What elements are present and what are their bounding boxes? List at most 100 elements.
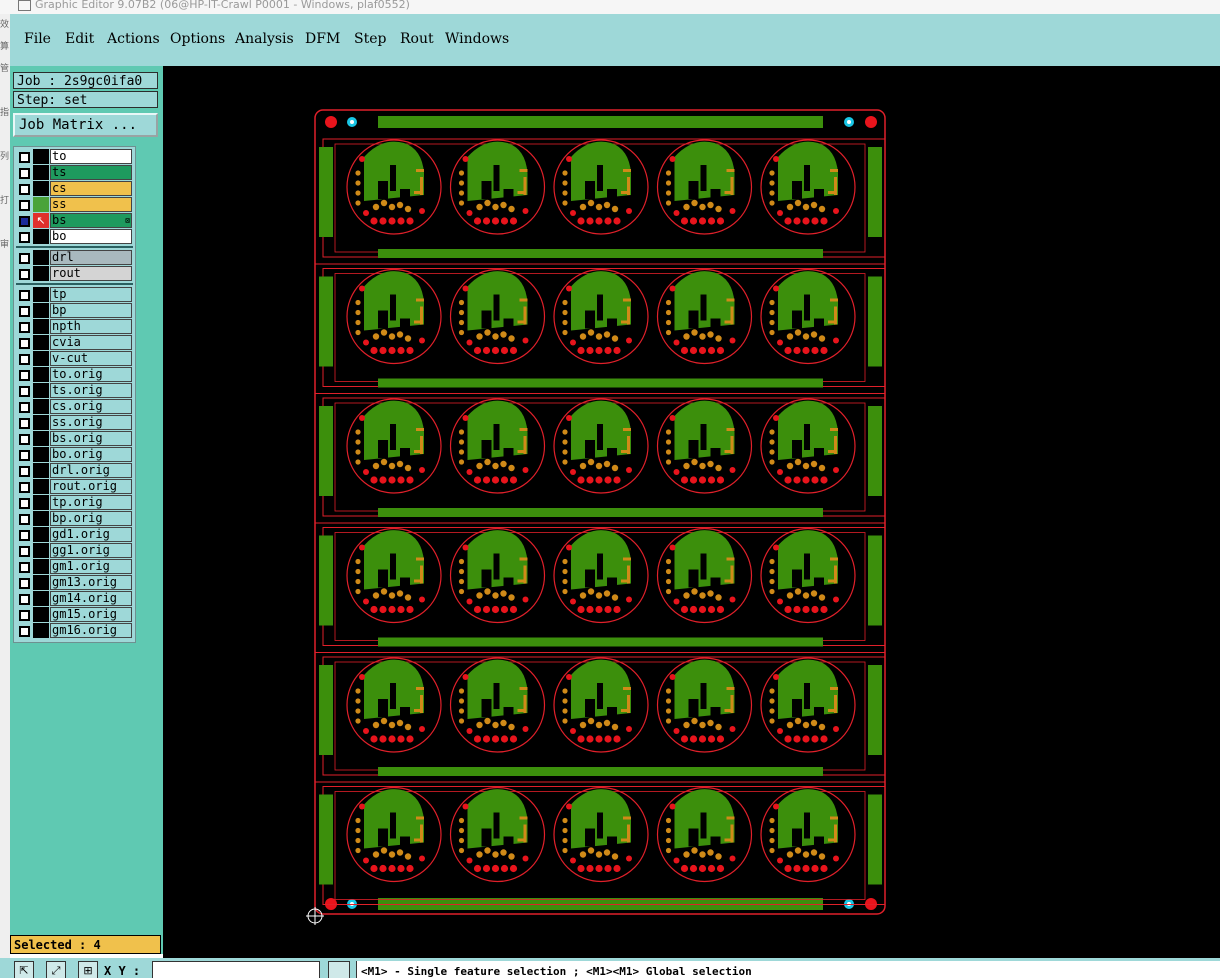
layer-color-swatch[interactable] <box>33 266 49 281</box>
layer-checkbox[interactable] <box>19 546 30 557</box>
layer-color-swatch[interactable] <box>33 303 49 318</box>
layer-name[interactable]: tp.orig <box>50 495 132 510</box>
layer-name[interactable]: bp.orig <box>50 511 132 526</box>
layer-row-gd1-orig[interactable]: gd1.orig <box>16 527 132 542</box>
layer-name[interactable]: bs.orig <box>50 431 132 446</box>
layer-row-bs[interactable]: ↖ bs ⊠ <box>16 213 132 228</box>
layer-checkbox[interactable] <box>19 466 30 477</box>
layer-color-swatch[interactable] <box>33 463 49 478</box>
layer-color-swatch[interactable] <box>33 383 49 398</box>
layer-checkbox[interactable] <box>19 370 30 381</box>
pointer-tool-icon[interactable]: ⇱ <box>14 961 34 978</box>
layer-color-swatch[interactable] <box>33 623 49 638</box>
layer-color-swatch[interactable] <box>33 479 49 494</box>
menu-rout[interactable]: Rout <box>400 31 434 47</box>
layer-checkbox[interactable] <box>19 530 30 541</box>
grid-tool-icon[interactable]: ⊞ <box>78 961 98 978</box>
layer-row-ts-orig[interactable]: ts.orig <box>16 383 132 398</box>
layer-row-v-cut[interactable]: v-cut <box>16 351 132 366</box>
layer-color-swatch[interactable] <box>33 165 49 180</box>
layer-checkbox[interactable] <box>19 338 30 349</box>
layer-name[interactable]: gm15.orig <box>50 607 132 622</box>
menu-file[interactable]: File <box>24 31 51 47</box>
layer-checkbox[interactable] <box>19 594 30 605</box>
layer-name[interactable]: ss.orig <box>50 415 132 430</box>
layer-row-gm16-orig[interactable]: gm16.orig <box>16 623 132 638</box>
layer-name[interactable]: npth <box>50 319 132 334</box>
layer-color-swatch[interactable] <box>33 431 49 446</box>
layer-checkbox[interactable] <box>19 402 30 413</box>
layer-checkbox[interactable] <box>19 232 30 243</box>
zoom-tool-icon[interactable]: ⤢ <box>46 961 66 978</box>
layer-checkbox[interactable] <box>19 290 30 301</box>
layer-checkbox[interactable] <box>19 418 30 429</box>
layer-checkbox[interactable] <box>19 626 30 637</box>
layer-row-npth[interactable]: npth <box>16 319 132 334</box>
layer-row-cvia[interactable]: cvia <box>16 335 132 350</box>
layer-name[interactable]: to <box>50 149 132 164</box>
layer-checkbox[interactable] <box>19 450 30 461</box>
menu-edit[interactable]: Edit <box>65 31 94 47</box>
layer-color-swatch[interactable] <box>33 559 49 574</box>
layer-color-swatch[interactable] <box>33 197 49 212</box>
layer-row-tp[interactable]: tp <box>16 287 132 302</box>
layer-row-bo[interactable]: bo <box>16 229 132 244</box>
layer-color-swatch[interactable] <box>33 250 49 265</box>
layer-row-gm15-orig[interactable]: gm15.orig <box>16 607 132 622</box>
layer-row-rout[interactable]: rout <box>16 266 132 281</box>
layer-name[interactable]: bs ⊠ <box>50 213 132 228</box>
menu-windows[interactable]: Windows <box>445 31 509 47</box>
pcb-panel-view[interactable] <box>163 66 1220 958</box>
menu-options[interactable]: Options <box>170 31 225 47</box>
layer-checkbox[interactable] <box>19 562 30 573</box>
layer-name[interactable]: gm13.orig <box>50 575 132 590</box>
layer-color-swatch[interactable] <box>33 415 49 430</box>
coords-input[interactable] <box>152 961 320 978</box>
layer-color-swatch[interactable] <box>33 335 49 350</box>
layer-row-cs-orig[interactable]: cs.orig <box>16 399 132 414</box>
layer-checkbox[interactable] <box>19 514 30 525</box>
layer-name[interactable]: drl <box>50 250 132 265</box>
menu-actions[interactable]: Actions <box>107 31 160 47</box>
layer-name[interactable]: gd1.orig <box>50 527 132 542</box>
layer-row-tp-orig[interactable]: tp.orig <box>16 495 132 510</box>
layer-color-swatch[interactable] <box>33 495 49 510</box>
layer-name[interactable]: bp <box>50 303 132 318</box>
layer-checkbox[interactable] <box>19 152 30 163</box>
layer-checkbox[interactable] <box>19 216 30 227</box>
layer-color-swatch[interactable] <box>33 607 49 622</box>
layer-color-swatch[interactable] <box>33 287 49 302</box>
layer-name[interactable]: ts.orig <box>50 383 132 398</box>
layer-row-bs-orig[interactable]: bs.orig <box>16 431 132 446</box>
layer-name[interactable]: gm16.orig <box>50 623 132 638</box>
layer-row-bp[interactable]: bp <box>16 303 132 318</box>
job-matrix-button[interactable]: Job Matrix ... <box>13 113 158 137</box>
layer-color-swatch[interactable] <box>33 575 49 590</box>
layer-checkbox[interactable] <box>19 269 30 280</box>
layer-checkbox[interactable] <box>19 253 30 264</box>
layer-color-swatch[interactable] <box>33 399 49 414</box>
layer-checkbox[interactable] <box>19 578 30 589</box>
layer-color-swatch[interactable] <box>33 149 49 164</box>
layer-checkbox[interactable] <box>19 322 30 333</box>
layer-color-swatch[interactable] <box>33 511 49 526</box>
layer-checkbox[interactable] <box>19 610 30 621</box>
layer-row-drl[interactable]: drl <box>16 250 132 265</box>
layer-row-ss[interactable]: ss <box>16 197 132 212</box>
layer-name[interactable]: bo <box>50 229 132 244</box>
layer-color-swatch[interactable] <box>33 319 49 334</box>
layer-row-drl-orig[interactable]: drl.orig <box>16 463 132 478</box>
layer-checkbox[interactable] <box>19 434 30 445</box>
layer-color-swatch[interactable] <box>33 351 49 366</box>
layer-name[interactable]: bo.orig <box>50 447 132 462</box>
layer-name[interactable]: tp <box>50 287 132 302</box>
layer-checkbox[interactable] <box>19 354 30 365</box>
layer-color-swatch[interactable] <box>33 527 49 542</box>
graphic-canvas[interactable] <box>163 66 1220 958</box>
layer-row-bp-orig[interactable]: bp.orig <box>16 511 132 526</box>
layer-name[interactable]: rout.orig <box>50 479 132 494</box>
layer-name[interactable]: cvia <box>50 335 132 350</box>
layer-row-rout-orig[interactable]: rout.orig <box>16 479 132 494</box>
layer-checkbox[interactable] <box>19 498 30 509</box>
layer-row-gm14-orig[interactable]: gm14.orig <box>16 591 132 606</box>
